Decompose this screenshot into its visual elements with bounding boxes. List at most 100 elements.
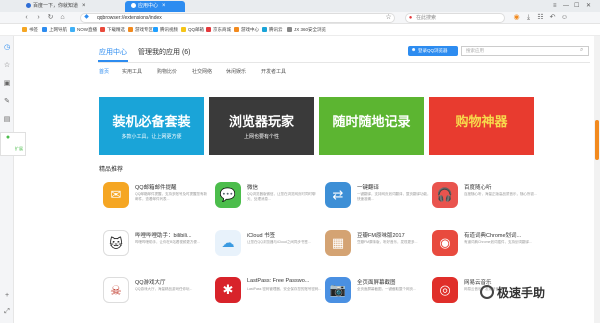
back-icon[interactable]: ‹ — [22, 13, 31, 22]
bookmark-icon — [153, 27, 158, 32]
extensions-icon[interactable]: ☷ — [536, 13, 545, 22]
app-item[interactable]: ◉ 有道词典Chrome划词... 有道词典Chrome划词插件，支持划词翻译.… — [432, 230, 552, 270]
bookmark-icon — [128, 27, 133, 32]
banner-title: 装机必备套装 — [112, 115, 191, 130]
app-center-icon — [131, 3, 136, 8]
tab-label: 百度一下，你就知道 — [33, 3, 79, 9]
bookmark-icon — [70, 27, 75, 32]
refresh-icon[interactable]: ↻ — [46, 13, 55, 22]
bookmark-item[interactable]: NOW直播 — [70, 26, 97, 34]
bookmark-item[interactable]: 游戏专区 — [128, 26, 153, 34]
app-description: 一键翻译，支持网页划词翻译，整页翻译功能，快速准确... — [357, 192, 431, 201]
lastpass-icon: ✱ — [215, 277, 241, 303]
app-description: 哔哩哔哩助手，让你在B站看视频更方便... — [135, 240, 200, 244]
reading-icon[interactable]: ▣ — [3, 80, 11, 88]
bookmark-item[interactable]: 上网导航 — [42, 26, 67, 34]
category-tools[interactable]: 实用工具 — [122, 68, 142, 75]
scrollbar-thumb[interactable] — [595, 120, 599, 160]
game-icon[interactable]: ◉ — [512, 13, 521, 22]
app-name: 哔哩哔哩助手：bilibili... — [135, 233, 192, 239]
collapse-icon[interactable]: ⤢ — [3, 308, 11, 316]
bookmark-item[interactable]: 腾讯云 — [262, 26, 283, 34]
close-window-icon[interactable]: ✕ — [586, 0, 591, 12]
scrollbar-track[interactable] — [594, 36, 600, 323]
bookmark-icon — [287, 27, 292, 32]
url-input[interactable]: qqbrowser://extensions/index — [80, 13, 395, 23]
home-icon[interactable]: ⌂ — [58, 13, 67, 22]
banner-notes[interactable]: 随时随地记录 — [319, 97, 424, 155]
bookmark-icon — [100, 27, 105, 32]
app-item[interactable]: 📷 全页面屏幕截图 全页面屏幕截图，一键截取整个网页... — [325, 277, 445, 317]
app-item[interactable]: ☁ iCloud 书签 让您在QQ浏览器与iCloud之间同步书签... — [215, 230, 335, 270]
tab-baidu[interactable]: 百度一下，你就知道 × — [20, 1, 86, 12]
tab-app-center-page[interactable]: 应用中心 — [99, 47, 127, 57]
translate-icon[interactable]: ▤ — [3, 116, 11, 124]
banner-subtitle: 多款小工具，让上网更方便 — [121, 134, 182, 140]
app-item[interactable]: ✱ LastPass: Free Passwo... LastPass 密码管理… — [215, 277, 335, 317]
app-item[interactable]: ☠ QQ游戏大厅 QQ游戏大厅，海量精品游戏任你玩... — [103, 277, 223, 317]
app-name: 全页面屏幕截图 — [357, 280, 396, 286]
bookmark-item[interactable]: 京东商城 — [206, 26, 231, 34]
menu-icon[interactable]: ≡ — [553, 0, 557, 12]
tab-label: 应用中心 — [138, 3, 159, 9]
app-item[interactable]: ▦ 豆瓣FM原味版2017 豆瓣FM原味版，听好音乐，发现更多... — [325, 230, 445, 270]
tab-strip — [0, 0, 600, 12]
bilibili-cat-icon: 🐱 — [103, 230, 129, 256]
app-name: iCloud 书签 — [247, 233, 276, 239]
search-icon[interactable]: ⌕ — [580, 47, 583, 54]
category-home[interactable]: 首页 — [99, 68, 109, 75]
app-search-input[interactable]: 搜索应用 — [461, 46, 589, 56]
favorites-icon[interactable]: ☆ — [3, 62, 11, 70]
forward-icon[interactable]: › — [34, 13, 43, 22]
bookmark-item[interactable]: 下载精选 — [100, 26, 125, 34]
bookmark-item[interactable]: QQ邮箱 — [181, 26, 204, 34]
close-icon[interactable]: × — [162, 3, 166, 9]
bookmark-item[interactable]: 腾讯视频 — [153, 26, 178, 34]
dictionary-icon: ◉ — [432, 230, 458, 256]
watermark-text: 极速手助 — [497, 286, 546, 300]
app-name: 百度随心听 — [464, 185, 492, 191]
app-description: QQ游戏大厅，海量精品游戏任你玩... — [135, 287, 193, 291]
bookmark-icon — [181, 27, 186, 32]
watermark-logo-icon — [480, 285, 494, 299]
category-social[interactable]: 社交网络 — [192, 68, 212, 75]
add-icon[interactable]: + — [3, 292, 11, 300]
bookmark-item[interactable]: 游戏中心 — [234, 26, 259, 34]
close-icon[interactable]: × — [82, 3, 86, 9]
search-engine-icon[interactable]: ● — [406, 14, 415, 23]
favorite-star-icon[interactable]: ☆ — [384, 13, 393, 22]
tab-app-center[interactable]: 应用中心 × — [125, 1, 185, 12]
app-description: 全页面屏幕截图，一键截取整个网页... — [357, 287, 416, 291]
bookmark-item[interactable]: JX 360安全浏览 — [287, 26, 326, 34]
history-icon[interactable]: ◷ — [3, 44, 11, 52]
app-name: 微信 — [247, 185, 259, 191]
category-shopping[interactable]: 购物比价 — [157, 68, 177, 75]
download-icon[interactable]: ⤓ — [524, 13, 533, 22]
app-item[interactable]: ✉ QQ邮箱邮件提醒 QQ邮箱邮件提醒，支持多账号及时提醒您有新邮件，查看邮件列… — [103, 182, 223, 222]
account-icon[interactable]: ☺ — [560, 13, 569, 22]
category-developer[interactable]: 开发者工具 — [261, 68, 286, 75]
app-item[interactable]: 🎧 百度随心听 百度随心听，海量正版高品质音乐，随心所欲... — [432, 182, 552, 222]
star-icon — [22, 27, 27, 32]
bookmark-icon — [42, 27, 47, 32]
banner-title: 随时随地记录 — [332, 115, 411, 130]
pirate-game-icon: ☠ — [103, 277, 129, 303]
maximize-icon[interactable]: ☐ — [574, 0, 579, 12]
app-item[interactable]: ⇄ 一键翻译 一键翻译，支持网页划词翻译，整页翻译功能，快速准确... — [325, 182, 445, 222]
banner-subtitle: 上网也要有个性 — [243, 134, 279, 140]
wechat-icon[interactable]: ● — [4, 134, 12, 142]
tab-my-apps[interactable]: 管理我的应用 (6) — [138, 47, 191, 57]
minimize-icon[interactable]: — — [563, 0, 569, 12]
app-item[interactable]: 🐱 哔哩哔哩助手：bilibili... 哔哩哔哩助手，让你在B站看视频更方便.… — [103, 230, 223, 270]
banner-essentials[interactable]: 装机必备套装 多款小工具，让上网更方便 — [99, 97, 204, 155]
bookmark-item[interactable]: 书签 — [22, 26, 38, 34]
app-item[interactable]: 💬 微信 QQ浏览器版微信，让您在浏览网页时同时聊天、处理消息... — [215, 182, 335, 222]
banner-browser-player[interactable]: 浏览器玩家 上网也要有个性 — [209, 97, 314, 155]
search-input[interactable]: 在此搜索 — [405, 13, 505, 23]
section-title: 精品推荐 — [99, 167, 124, 173]
app-name: 豆瓣FM原味版2017 — [357, 233, 405, 239]
category-entertainment[interactable]: 休闲娱乐 — [226, 68, 246, 75]
banner-shopping[interactable]: 购物神器 — [429, 97, 534, 155]
undo-icon[interactable]: ↶ — [548, 13, 557, 22]
tools-icon[interactable]: ✎ — [3, 98, 11, 106]
